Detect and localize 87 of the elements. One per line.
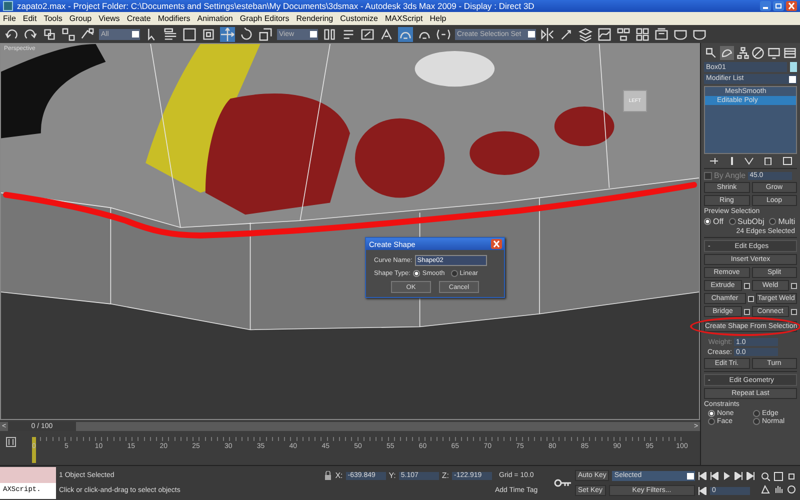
region-tool-icon[interactable] — [182, 26, 197, 42]
menu-item[interactable]: Views — [98, 14, 120, 23]
edit-named-tool-icon[interactable] — [436, 26, 451, 42]
settings-button[interactable] — [748, 296, 754, 302]
link-tool-icon[interactable] — [42, 26, 57, 42]
schematic-tool-icon[interactable] — [616, 26, 631, 42]
key-icon[interactable] — [554, 478, 572, 488]
radio-button[interactable] — [708, 418, 715, 425]
fork-icon[interactable] — [744, 157, 754, 165]
settings-button[interactable] — [791, 308, 797, 314]
settings-button[interactable] — [744, 308, 750, 314]
radio-button[interactable] — [708, 410, 715, 417]
menu-item[interactable]: Animation — [197, 14, 233, 23]
checkbox[interactable] — [704, 172, 712, 180]
menu-item[interactable]: Group — [69, 14, 92, 23]
minimize-icon[interactable] — [760, 1, 771, 11]
select-name-tool-icon[interactable] — [163, 26, 178, 42]
menu-item[interactable]: MAXScript — [384, 14, 423, 23]
mirror-tool-icon[interactable] — [540, 26, 555, 42]
scale-tool-icon[interactable] — [258, 26, 273, 42]
previous-frame-icon[interactable] — [710, 472, 719, 480]
close-icon[interactable] — [491, 239, 502, 249]
coord-label: Y: — [388, 471, 396, 480]
menu-item[interactable]: Modifiers — [158, 14, 190, 23]
radio-label[interactable]: SubObj — [738, 217, 764, 226]
unlink-tool-icon[interactable] — [61, 26, 76, 42]
motion-tab-icon[interactable] — [751, 46, 766, 60]
rotate-tool-icon[interactable] — [239, 26, 254, 42]
coord-label: X: — [335, 471, 343, 480]
pan-icon[interactable] — [774, 485, 783, 494]
radio-button[interactable] — [413, 270, 420, 277]
menu-item[interactable]: Tools — [44, 14, 62, 23]
app-icon — [3, 1, 13, 11]
menu-item[interactable]: Help — [430, 14, 446, 23]
coord-label: Z: — [442, 471, 449, 480]
window-title: zapato2.max - Project Folder: C:\Documents and Settings\esteban\My Documents\3dsmax - Autodesk 3ds Max 2009 - Display : Direct 3D — [17, 1, 536, 11]
create-tab-icon[interactable] — [704, 46, 718, 60]
zoom-extents-icon[interactable] — [787, 472, 796, 481]
render-setup-tool-icon[interactable] — [654, 26, 669, 42]
object-color-swatch[interactable] — [790, 62, 797, 72]
radio-button[interactable] — [769, 218, 776, 225]
layers-tool-icon[interactable] — [578, 26, 593, 42]
go-to-end-icon[interactable] — [746, 472, 755, 480]
settings-button[interactable] — [744, 282, 750, 288]
radio-label[interactable]: Off — [713, 217, 724, 226]
pivot-tool-icon[interactable] — [322, 26, 337, 42]
orbit-icon[interactable] — [787, 485, 796, 494]
percent-snap-tool-icon[interactable] — [379, 26, 394, 42]
material-tool-icon[interactable] — [635, 26, 650, 42]
menu-item[interactable]: Customize — [340, 14, 378, 23]
go-to-start-icon[interactable] — [698, 472, 707, 480]
field-of-view-icon[interactable] — [761, 485, 770, 494]
radio-button[interactable] — [704, 218, 711, 225]
bind-tool-icon[interactable] — [80, 26, 95, 42]
close-icon[interactable] — [786, 1, 797, 11]
move-tool-icon[interactable] — [220, 26, 235, 42]
settings-button[interactable] — [791, 282, 797, 288]
menu-item[interactable]: File — [3, 14, 16, 23]
bar-icon[interactable] — [730, 157, 734, 165]
menu-item[interactable]: Rendering — [296, 14, 334, 23]
maximize-icon[interactable] — [773, 1, 784, 11]
key-mode-icon[interactable] — [6, 437, 16, 447]
modify-tab-icon[interactable] — [720, 46, 734, 60]
key-mode-icon[interactable] — [698, 486, 707, 494]
lock-icon[interactable] — [324, 471, 332, 480]
undo-tool-icon[interactable] — [4, 26, 19, 42]
display-tab-icon[interactable] — [767, 46, 782, 60]
play-icon[interactable] — [722, 472, 731, 480]
curve-editor-tool-icon[interactable] — [597, 26, 612, 42]
radio-button[interactable] — [753, 418, 760, 425]
radio-button[interactable] — [450, 270, 458, 277]
radio-button[interactable] — [753, 410, 760, 417]
radio-label[interactable]: Multi — [778, 217, 796, 226]
menu-item[interactable]: Graph Editors — [240, 14, 290, 23]
zoom-icon[interactable] — [761, 472, 770, 481]
zoom-all-icon[interactable] — [774, 472, 783, 481]
redo-tool-icon[interactable] — [23, 26, 38, 42]
next-frame-icon[interactable] — [734, 472, 743, 480]
utilities-tab-icon[interactable] — [782, 46, 797, 60]
spinner-snap-tool-icon[interactable] — [398, 26, 413, 42]
hierarchy-tab-icon[interactable] — [736, 46, 750, 60]
window-tool-icon[interactable] — [201, 26, 216, 42]
menu-item[interactable]: Edit — [22, 14, 37, 23]
current-frame-marker[interactable] — [32, 437, 36, 463]
angle-snap-tool-icon[interactable] — [360, 26, 375, 42]
menu-item[interactable]: Create — [126, 14, 151, 23]
radio-button[interactable] — [728, 218, 736, 225]
